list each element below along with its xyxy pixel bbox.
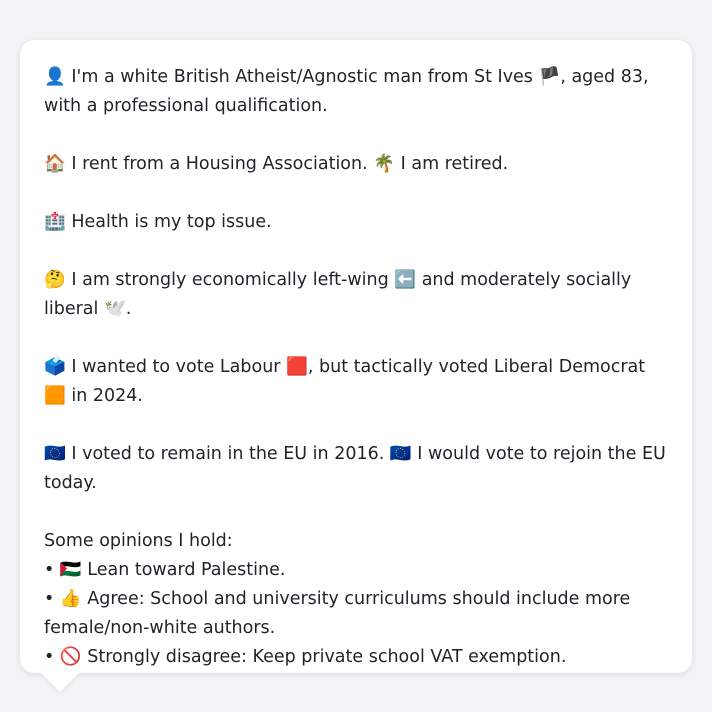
- eu-paragraph: 🇪🇺 I voted to remain in the EU in 2016. …: [44, 440, 668, 498]
- ballot-box-icon: 🗳️: [44, 357, 66, 377]
- issue-paragraph: 🏥 Health is my top issue.: [44, 208, 668, 237]
- person-icon: 👤: [44, 67, 66, 87]
- opinions-heading: Some opinions I hold:: [44, 531, 233, 551]
- opinion-text: Strongly disagree: Keep private school V…: [87, 647, 567, 667]
- vote-text-a: I wanted to vote Labour: [71, 357, 281, 377]
- bullet: •: [44, 589, 55, 609]
- eu-flag-icon: 🇪🇺: [44, 444, 66, 464]
- issue-text: Health is my top issue.: [71, 212, 272, 232]
- persona-card: 👤 I'm a white British Atheist/Agnostic m…: [20, 40, 692, 673]
- thinking-face-icon: 🤔: [44, 270, 66, 290]
- ideology-paragraph: 🤔 I am strongly economically left-wing ⬅…: [44, 266, 668, 324]
- house-icon: 🏠: [44, 154, 66, 174]
- england-flag-icon: 🏴: [538, 67, 561, 87]
- opinion-text: Lean toward Palestine.: [87, 560, 286, 580]
- identity-text-a: I'm a white British Atheist/Agnostic man…: [71, 67, 533, 87]
- dove-icon: 🕊️: [103, 299, 126, 319]
- speech-bubble-tail: [40, 672, 80, 692]
- hospital-icon: 🏥: [44, 212, 66, 232]
- palm-tree-icon: 🌴: [373, 154, 396, 174]
- left-arrow-icon: ⬅️: [394, 270, 417, 290]
- housing-text-a: I rent from a Housing Association.: [71, 154, 368, 174]
- bullet: •: [44, 647, 55, 667]
- vote-text-b: , but tactically voted Liberal Democrat: [307, 357, 646, 377]
- vote-text-c: in 2024.: [71, 386, 143, 406]
- vote-paragraph: 🗳️ I wanted to vote Labour 🟥, but tactic…: [44, 353, 668, 411]
- prohibited-icon: 🚫: [59, 647, 82, 667]
- eu-text-a: I voted to remain in the EU in 2016.: [71, 444, 385, 464]
- opinion-item: • 👍 Agree: School and university curricu…: [44, 585, 668, 643]
- opinions-section: Some opinions I hold: • 🇵🇸 Lean toward P…: [44, 527, 668, 672]
- thumbs-up-icon: 👍: [59, 589, 82, 609]
- orange-square-icon: 🟧: [44, 386, 66, 406]
- red-square-icon: 🟥: [286, 357, 308, 377]
- housing-paragraph: 🏠 I rent from a Housing Association. 🌴 I…: [44, 150, 668, 179]
- housing-text-b: I am retired.: [400, 154, 509, 174]
- identity-paragraph: 👤 I'm a white British Atheist/Agnostic m…: [44, 63, 668, 121]
- eu-flag-icon: 🇪🇺: [389, 444, 412, 464]
- opinion-text: Agree: School and university curriculums…: [44, 589, 631, 638]
- palestine-flag-icon: 🇵🇸: [59, 560, 82, 580]
- bullet: •: [44, 560, 55, 580]
- opinion-item: • 🚫 Strongly disagree: Keep private scho…: [44, 643, 668, 672]
- ideology-text-a: I am strongly economically left-wing: [71, 270, 389, 290]
- ideology-text-c: .: [125, 299, 132, 319]
- opinion-item: • 🇵🇸 Lean toward Palestine.: [44, 556, 668, 585]
